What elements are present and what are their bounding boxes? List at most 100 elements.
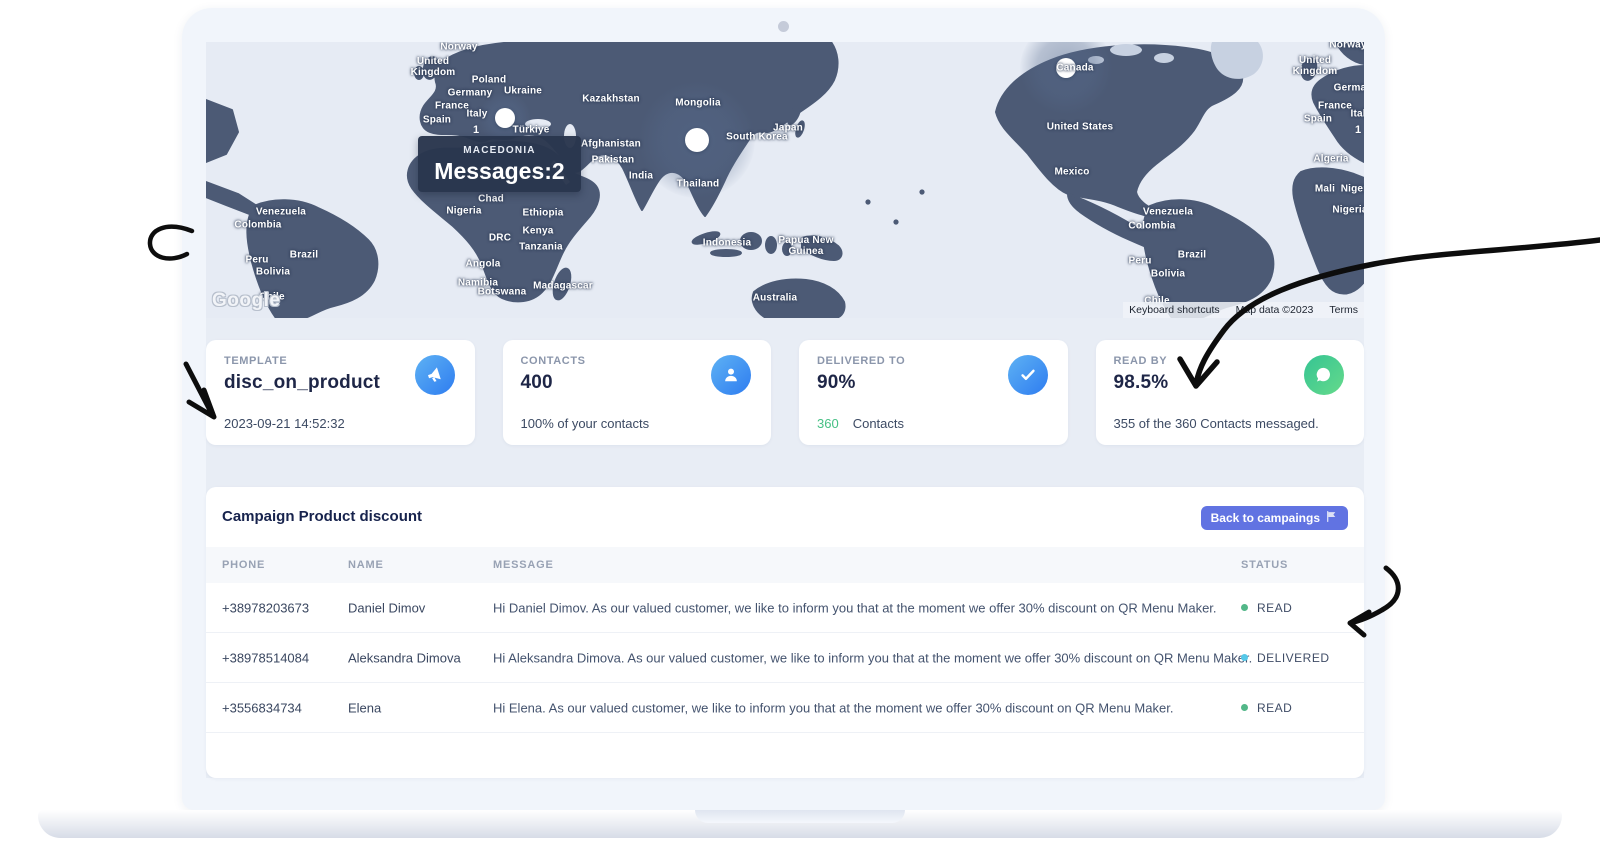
check-icon	[1008, 355, 1048, 395]
stat-subtext: 360 Contacts	[817, 416, 1050, 431]
column-header-message: MESSAGE	[493, 559, 554, 571]
map-country-label: Thailand	[677, 179, 720, 190]
status-label: READ	[1257, 701, 1292, 715]
map-country-label: Papua New Guinea	[778, 235, 833, 257]
megaphone-icon	[415, 355, 455, 395]
map-country-label: Mongolia	[675, 98, 720, 109]
map-country-label: Afghanistan	[581, 139, 641, 150]
status-label: DELIVERED	[1257, 651, 1330, 665]
stat-card-contacts: CONTACTS 400 100% of your contacts	[503, 340, 772, 445]
camera-dot	[778, 21, 789, 32]
map-country-label: France	[435, 101, 469, 112]
map-country-label: DRC	[489, 233, 511, 244]
cell-phone: +38978203673	[222, 600, 309, 615]
map-cluster-count[interactable]: 1	[473, 124, 479, 136]
map-country-label: United States	[1047, 122, 1114, 133]
map-country-label: Colombia	[234, 220, 281, 231]
map-country-label: Mexico	[1054, 167, 1089, 178]
column-header-status: STATUS	[1241, 559, 1288, 571]
column-header-phone: PHONE	[222, 559, 265, 571]
stat-card-delivered: DELIVERED TO 90% 360Contacts	[799, 340, 1068, 445]
map-country-label: Germany	[1334, 83, 1364, 94]
table-header: PHONE NAME MESSAGE STATUS	[206, 547, 1364, 583]
dashboard-content: 11 NorwayUnited KingdomPolandGermanyUkra…	[206, 42, 1364, 778]
cell-message: Hi Aleksandra Dimova. As our valued cust…	[493, 650, 1252, 665]
back-to-campaigns-button[interactable]: Back to campaings	[1201, 506, 1348, 530]
map-country-label: Nigeria	[446, 206, 481, 217]
cell-message: Hi Daniel Dimov. As our valued customer,…	[493, 600, 1217, 615]
laptop-base	[38, 810, 1562, 838]
cell-status: DELIVERED	[1241, 651, 1330, 665]
stat-subtext: 355 of the 360 Contacts messaged.	[1114, 416, 1347, 431]
map-country-label: Kenya	[522, 226, 553, 237]
stat-subtext: 100% of your contacts	[521, 416, 754, 431]
map-country-label: Algeria	[1313, 154, 1348, 165]
stat-subtext: 2023-09-21 14:52:32	[224, 416, 457, 431]
table-row: +38978203673 Daniel Dimov Hi Daniel Dimov.…	[206, 583, 1364, 633]
map-country-label: Japan	[773, 123, 803, 134]
map-country-label: Italy	[1350, 109, 1364, 120]
status-dot	[1241, 654, 1248, 661]
map-country-label: Botswana	[478, 287, 527, 298]
world-map[interactable]: 11 NorwayUnited KingdomPolandGermanyUkra…	[206, 42, 1364, 318]
page: 11 NorwayUnited KingdomPolandGermanyUkra…	[0, 0, 1600, 844]
status-dot	[1241, 604, 1248, 611]
map-country-label: Spain	[1304, 114, 1332, 125]
cell-message: Hi Elena. As our valued customer, we lik…	[493, 700, 1173, 715]
map-country-label: Indonesia	[703, 238, 751, 249]
map-country-label: Spain	[423, 115, 451, 126]
map-country-label: Brazil	[1178, 250, 1206, 261]
status-dot	[1241, 704, 1248, 711]
terms-link[interactable]: Terms	[1329, 304, 1358, 316]
stat-card-read: READ BY 98.5% 355 of the 360 Contacts me…	[1096, 340, 1365, 445]
map-country-label: Brazil	[290, 250, 318, 261]
map-country-label: Venezuela	[256, 207, 306, 218]
table-title-row: Campaign Product discount Back to campai…	[206, 487, 1364, 547]
status-label: READ	[1257, 601, 1292, 615]
map-country-label: Peru	[245, 255, 268, 266]
cell-phone: +38978514084	[222, 650, 309, 665]
cell-name: Aleksandra Dimova	[348, 650, 461, 665]
map-marker[interactable]	[685, 128, 709, 152]
cell-name: Daniel Dimov	[348, 600, 425, 615]
map-cluster-count[interactable]: 1	[1355, 124, 1361, 136]
flag-icon	[1325, 510, 1338, 526]
cell-status: READ	[1241, 701, 1292, 715]
delivered-count: 360	[817, 416, 839, 431]
map-country-label: Norway	[440, 42, 477, 53]
table-row: +38978514084 Aleksandra Dimova Hi Aleksand…	[206, 633, 1364, 683]
cell-status: READ	[1241, 601, 1292, 615]
map-data-copyright: Map data ©2023	[1236, 304, 1314, 316]
map-country-label: Mali	[1315, 184, 1335, 195]
keyboard-shortcuts-link[interactable]: Keyboard shortcuts	[1129, 304, 1219, 316]
map-country-label: Tanzania	[519, 242, 563, 253]
map-country-label: Venezuela	[1143, 207, 1193, 218]
stat-card-template: TEMPLATE disc_on_product 2023-09-21 14:5…	[206, 340, 475, 445]
map-country-label: Chad	[478, 194, 504, 205]
google-logo[interactable]: Google	[212, 290, 280, 312]
campaign-title: Campaign Product discount	[222, 508, 422, 525]
cell-phone: +3556834734	[222, 700, 302, 715]
map-country-label: Pakistan	[592, 155, 635, 166]
map-country-label: Ethiopia	[522, 208, 563, 219]
map-country-label: Niger	[1341, 184, 1364, 195]
user-icon	[711, 355, 751, 395]
tooltip-region-name: MACEDONIA	[418, 145, 581, 156]
map-country-label: Canada	[1056, 63, 1093, 74]
map-country-label: Australia	[753, 293, 798, 304]
map-country-label: Bolivia	[1151, 269, 1185, 280]
delivered-label: Contacts	[853, 416, 904, 431]
map-country-label: Kazakhstan	[582, 94, 640, 105]
map-country-label: Italy	[466, 109, 487, 120]
laptop-screen: 11 NorwayUnited KingdomPolandGermanyUkra…	[182, 8, 1385, 810]
map-country-label: United Kingdom	[411, 56, 456, 78]
map-country-label: Peru	[1128, 256, 1151, 267]
map-country-label: Madagascar	[533, 281, 593, 292]
chat-icon	[1304, 355, 1344, 395]
map-country-label: Poland	[472, 75, 507, 86]
map-country-label: United Kingdom	[1293, 55, 1338, 77]
campaign-table-card: Campaign Product discount Back to campai…	[206, 487, 1364, 778]
map-country-label: Germany	[448, 88, 493, 99]
map-country-label: France	[1318, 101, 1352, 112]
tooltip-message-count: Messages:2	[418, 158, 581, 185]
